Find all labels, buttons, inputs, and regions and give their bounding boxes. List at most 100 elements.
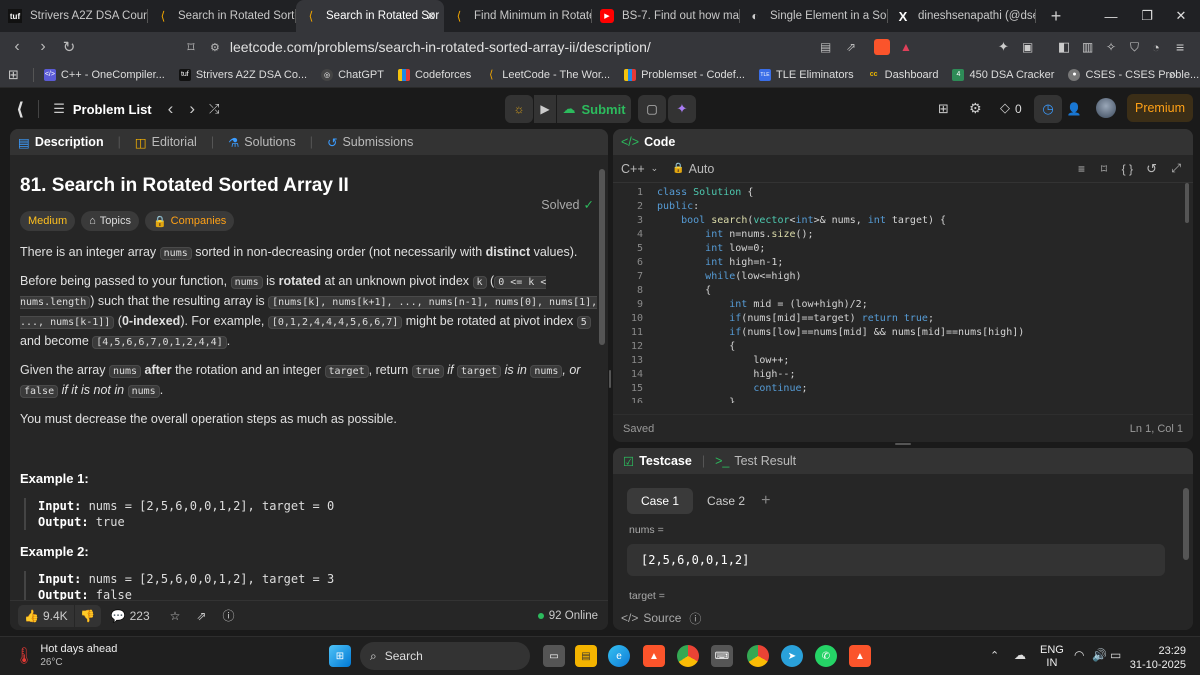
leo-ai-icon[interactable]: ✧ (1106, 40, 1116, 54)
back-icon[interactable]: ‹ (4, 38, 30, 56)
browser-tab-active[interactable]: ⟨ Search in Rotated Sor ✕ (296, 0, 444, 32)
streak-icon[interactable]: ◇ (1000, 100, 1010, 116)
maximize-button[interactable]: ❐ (1128, 0, 1166, 32)
apps-grid-icon[interactable]: ⊞ (8, 67, 19, 83)
like-button[interactable]: 👍 9.4K (18, 604, 74, 627)
source-link[interactable]: Source (643, 611, 681, 625)
case-1-tab[interactable]: Case 1 (627, 488, 694, 514)
code-line[interactable]: 1 class Solution { (613, 186, 1193, 200)
language-select[interactable]: C++ ⌄ (621, 162, 658, 176)
difficulty-badge[interactable]: Medium (20, 211, 76, 231)
taskbar-search[interactable]: ⌕ Search (360, 642, 530, 670)
testcase-scrollbar[interactable] (1183, 488, 1189, 560)
clock[interactable]: 23:29 31-10-2025 (1130, 644, 1186, 672)
close-tab-icon[interactable]: ✕ (426, 9, 436, 23)
site-info-icon[interactable]: ⚙ (210, 41, 220, 54)
more-bookmarks-icon[interactable]: » (1169, 67, 1176, 82)
url-field[interactable]: ⚙ leetcode.com/problems/search-in-rotate… (210, 36, 810, 58)
show-hidden-icons[interactable]: ⌃ (990, 649, 999, 662)
browser-tab[interactable]: ⟨Search in Rotated Sorted A (148, 0, 296, 32)
profile-icon[interactable]: ◔ (1152, 40, 1160, 55)
bookmark-item[interactable]: tuf Strivers A2Z DSA Co... (178, 68, 307, 81)
debug-button[interactable]: ☼ (505, 95, 533, 123)
extensions-icon[interactable]: ✦ (998, 39, 1009, 55)
panel-splitter[interactable] (609, 370, 611, 388)
bookmark-item[interactable]: ● CSES - CSES Proble... (1068, 68, 1199, 81)
settings-icon[interactable]: ⚙ (969, 100, 982, 117)
menu-icon[interactable]: ≡ (1176, 39, 1184, 55)
wallet-icon[interactable]: ▣ (1022, 40, 1033, 54)
browser-tab[interactable]: Xdineshsenapathi (@dsenaɡ (888, 0, 1036, 32)
dislike-button[interactable]: 👎 (74, 604, 101, 627)
code-line[interactable]: 16 } (613, 396, 1193, 403)
code-area[interactable]: 1 class Solution {2 public: 3 bool search(v… (613, 183, 1193, 403)
whatsapp-icon[interactable]: ✆ (815, 645, 837, 667)
notes-button[interactable]: ▢ (638, 95, 666, 123)
forward-icon[interactable]: › (30, 38, 56, 56)
minimize-button[interactable]: — (1092, 0, 1130, 32)
wifi-icon[interactable]: ◠ (1074, 648, 1084, 662)
run-button[interactable]: ▶ (534, 95, 556, 123)
vpn-icon[interactable]: ⛉ (1130, 40, 1139, 55)
submit-button[interactable]: ☁ Submit (557, 95, 631, 123)
code-line[interactable]: 11 if(nums[low]==nums[mid] && nums[mid]=… (613, 326, 1193, 340)
bookmark-item[interactable]: Codeforces (397, 68, 471, 81)
browser-tab[interactable]: ▶BS-7. Find out how many t (592, 0, 740, 32)
comments-button[interactable]: 💬 223 (111, 609, 150, 623)
bookmark-item[interactable]: TLE TLE Eliminators (759, 68, 854, 81)
battery-icon[interactable]: ▭ (1110, 648, 1121, 662)
onedrive-icon[interactable]: ☁ (1014, 648, 1026, 662)
bookmark-item[interactable]: ◎ ChatGPT (321, 68, 384, 81)
tab-submissions[interactable]: ↺ Submissions (327, 135, 413, 150)
nums-input[interactable]: [2,5,6,0,0,1,2] (627, 544, 1165, 576)
telegram-icon[interactable]: ➤ (781, 645, 803, 667)
language-indicator[interactable]: ENG IN (1040, 644, 1064, 670)
code-line[interactable]: 6 int high=n-1; (613, 256, 1193, 270)
volume-icon[interactable]: 🔊 (1092, 648, 1107, 662)
layout-icon[interactable]: ⊞ (938, 101, 949, 117)
bookmark-icon[interactable]: ⌑ (178, 39, 204, 56)
brave-icon[interactable]: ▲ (643, 645, 665, 667)
tab-description[interactable]: ▤ Description (18, 135, 104, 150)
help-icon[interactable]: ⓘ (689, 610, 701, 627)
leetcode-logo-icon[interactable]: ⟨ (16, 99, 24, 120)
description-scrollbar[interactable] (599, 169, 605, 345)
code-line[interactable]: 7 while(low<=high) (613, 270, 1193, 284)
bookmark-item[interactable]: ⟨ LeetCode - The Wor... (485, 69, 610, 82)
ai-assistant-button[interactable]: ✦ (668, 95, 696, 123)
add-case-icon[interactable]: + (761, 492, 770, 510)
reset-icon[interactable]: ↺ (1146, 161, 1157, 177)
expand-icon[interactable]: ⤢ (1171, 161, 1181, 176)
code-line[interactable]: 8 { (613, 284, 1193, 298)
close-window-button[interactable]: ✕ (1162, 0, 1200, 32)
companies-chip[interactable]: 🔒 Companies (144, 211, 235, 231)
brave-shields-icon[interactable] (874, 39, 890, 55)
new-tab-button[interactable]: + (1044, 6, 1068, 27)
topics-chip[interactable]: ⌂ Topics (81, 211, 139, 231)
bookmark-icon[interactable]: ⌑ (1101, 162, 1107, 176)
bookmark-item[interactable]: 4 450 DSA Cracker (952, 68, 1054, 81)
wallet2-icon[interactable]: ▥ (1082, 40, 1093, 54)
share-icon[interactable]: ⇗ (196, 609, 206, 623)
tab-test-result[interactable]: >_ Test Result (715, 454, 796, 468)
chrome-icon[interactable] (677, 645, 699, 667)
code-line[interactable]: 10 if(nums[mid]==target) return true; (613, 312, 1193, 326)
shuffle-icon[interactable]: ⤮ (209, 101, 219, 117)
code-line[interactable]: 14 high--; (613, 368, 1193, 382)
editor-scrollbar[interactable] (1185, 183, 1189, 223)
code-line[interactable]: 9 int mid = (low+high)/2; (613, 298, 1193, 312)
avatar[interactable] (1096, 98, 1116, 118)
bookmark-item[interactable]: cc Dashboard (868, 69, 939, 81)
next-problem-icon[interactable]: › (189, 99, 195, 119)
tab-testcase[interactable]: ☑ Testcase (623, 454, 692, 469)
browser-tab[interactable]: ◐Single Element in a Sorted (740, 0, 888, 32)
code-tab[interactable]: </> Code (613, 129, 1193, 155)
weather-widget[interactable]: 🌡 Hot days ahead 26°C (14, 643, 117, 668)
chrome-profile-icon[interactable] (747, 645, 769, 667)
bookmark-item[interactable]: </> C++ - OneCompiler... (43, 68, 165, 81)
premium-button[interactable]: Premium (1127, 94, 1193, 122)
windows-start-icon[interactable]: ⊞ (329, 645, 351, 667)
tab-solutions[interactable]: ⚗ Solutions (228, 135, 296, 150)
code-line[interactable]: 4 int n=nums.size(); (613, 228, 1193, 242)
keyboard-icon[interactable]: ⌨ (711, 645, 733, 667)
